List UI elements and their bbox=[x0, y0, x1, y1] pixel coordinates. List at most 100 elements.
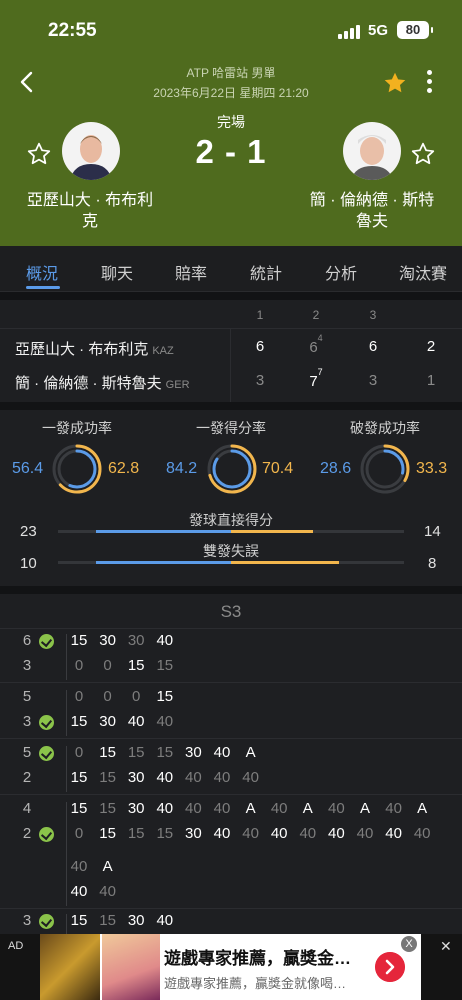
table-row-player1: 亞歷山大 · 布布利克 KAZ bbox=[15, 338, 174, 359]
match-header: 22:55 5G 80 ATP 哈雷站 男單 2023年6月22日 星期四 21… bbox=[0, 0, 462, 246]
set2-games: 6 bbox=[309, 339, 318, 356]
ad-subtitle: 遊戲專家推薦，贏獎金就像喝… bbox=[164, 976, 347, 991]
point-score: 0 bbox=[74, 688, 84, 705]
point-score: 30 bbox=[127, 632, 145, 649]
point-score: 30 bbox=[127, 800, 145, 817]
player1-avatar[interactable] bbox=[62, 122, 120, 180]
point-score: 0 bbox=[132, 688, 141, 705]
point-score: 15 bbox=[127, 657, 145, 674]
aces-player1: 23 bbox=[20, 523, 37, 540]
game-score-player1: 4 bbox=[22, 800, 32, 817]
point-score: 30 bbox=[99, 632, 116, 649]
point-score: 40 bbox=[213, 769, 231, 786]
point-score: 40 bbox=[356, 825, 374, 842]
point-by-point: S3 6 3 15 30 30 40 0 0 15 15 5 3 0 0 0 15 15 30 40 40 5 2 0 15 1… bbox=[0, 594, 462, 934]
favorite-star-icon[interactable] bbox=[382, 70, 408, 96]
tab-overview[interactable]: 概況 bbox=[26, 260, 58, 284]
point-score: 0 bbox=[103, 688, 112, 705]
point-score: 40 bbox=[242, 825, 259, 842]
ring-chart bbox=[360, 444, 410, 494]
first-serve-won-player2: 70.4 bbox=[262, 460, 294, 477]
section-gap bbox=[0, 586, 462, 594]
point-score: 40 bbox=[156, 632, 174, 649]
tab-odds[interactable]: 賠率 bbox=[175, 260, 207, 284]
match-stats: 一發成功率 一發得分率 破發成功率 56.4 62.8 84.2 70.4 28… bbox=[0, 410, 462, 586]
active-tab-indicator bbox=[26, 286, 60, 289]
set-score-table: 1 2 3 亞歷山大 · 布布利克 KAZ 6 64 6 2 簡 · 倫納德 · … bbox=[0, 300, 462, 402]
ad-promo-image bbox=[102, 934, 160, 1000]
ad-dismiss-icon[interactable]: X bbox=[401, 936, 417, 952]
match-status: 完場 bbox=[217, 114, 245, 130]
point-score: 40 bbox=[385, 825, 402, 842]
tab-stats[interactable]: 統計 bbox=[250, 260, 282, 284]
more-options-icon[interactable] bbox=[422, 70, 436, 96]
section-gap bbox=[0, 292, 462, 300]
point-score: A bbox=[417, 800, 428, 817]
point-score: 15 bbox=[70, 912, 88, 929]
follow-player2-star-icon[interactable] bbox=[410, 141, 436, 167]
point-score: 15 bbox=[156, 688, 174, 705]
server-check-icon bbox=[39, 827, 54, 842]
point-score: 40 bbox=[328, 800, 345, 817]
point-score: A bbox=[245, 744, 256, 761]
player2-name-line2: 魯夫 bbox=[355, 213, 388, 230]
tab-knockout[interactable]: 淘汰賽 bbox=[399, 260, 447, 284]
point-score: 15 bbox=[70, 632, 88, 649]
set1-score-player1: 6 bbox=[255, 338, 265, 355]
status-bar: 22:55 5G 80 bbox=[0, 20, 462, 42]
point-score: 15 bbox=[99, 800, 116, 817]
ad-title: 遊戲專家推薦，贏獎金… bbox=[164, 949, 351, 968]
point-score: 30 bbox=[185, 825, 202, 842]
game-score-player2: 2 bbox=[22, 769, 32, 786]
game-score-player2: 3 bbox=[22, 713, 32, 730]
point-score: A bbox=[359, 800, 370, 817]
player1-name[interactable]: 亞歷山大 · 布布利 克 bbox=[15, 190, 165, 232]
game-separator bbox=[0, 908, 462, 909]
clock: 22:55 bbox=[48, 20, 97, 41]
player2-name-line1: 簡 · 倫納德 · 斯特 bbox=[309, 192, 435, 209]
set-label: S3 bbox=[220, 602, 242, 621]
player2-name[interactable]: 簡 · 倫納德 · 斯特 魯夫 bbox=[297, 190, 447, 232]
signal-icon bbox=[338, 25, 362, 39]
player1-name-line2: 克 bbox=[81, 213, 98, 230]
set-label-divider bbox=[0, 628, 462, 629]
set-header-1: 1 bbox=[256, 308, 264, 322]
stat-title-double-faults: 雙發失誤 bbox=[203, 543, 259, 559]
break-points-player1: 28.6 bbox=[320, 460, 352, 477]
ring-chart bbox=[52, 444, 102, 494]
tab-chat[interactable]: 聊天 bbox=[101, 260, 133, 284]
ad-close-icon[interactable]: ✕ bbox=[440, 938, 452, 955]
tab-analysis[interactable]: 分析 bbox=[325, 260, 357, 284]
point-score: A bbox=[245, 800, 256, 817]
double-faults-player1: 10 bbox=[20, 555, 37, 572]
first-serve-in-player2: 62.8 bbox=[108, 460, 140, 477]
point-score: 30 bbox=[127, 769, 145, 786]
table-divider bbox=[0, 328, 462, 329]
point-score: 15 bbox=[99, 825, 116, 842]
point-score: 40 bbox=[213, 744, 231, 761]
point-score: 15 bbox=[99, 744, 116, 761]
game-separator bbox=[0, 794, 462, 795]
server-check-icon bbox=[39, 914, 54, 929]
ad-arrow-icon[interactable] bbox=[375, 952, 405, 982]
break-points-player2: 33.3 bbox=[416, 460, 448, 477]
game-separator bbox=[0, 682, 462, 683]
player2-avatar[interactable] bbox=[343, 122, 401, 180]
row-player-name: 簡 · 倫納德 · 斯特魯夫 bbox=[15, 375, 162, 392]
point-score: 0 bbox=[74, 744, 84, 761]
double-faults-bar-player1 bbox=[95, 561, 231, 564]
set1-score-player2: 3 bbox=[255, 372, 265, 389]
point-score: 40 bbox=[385, 800, 402, 817]
row-country-code: KAZ bbox=[152, 345, 174, 357]
player1-name-line1: 亞歷山大 · 布布利 bbox=[26, 192, 154, 209]
ad-banner[interactable]: AD ✕ 遊戲專家推薦，贏獎金… 遊戲專家推薦，贏獎金就像喝… X bbox=[0, 934, 462, 1000]
ad-label: AD bbox=[8, 940, 24, 952]
ad-card[interactable]: 遊戲專家推薦，贏獎金… 遊戲專家推薦，贏獎金就像喝… X bbox=[40, 934, 421, 1000]
follow-player1-star-icon[interactable] bbox=[26, 141, 52, 167]
double-faults-player2: 8 bbox=[428, 555, 437, 572]
point-score: 15 bbox=[99, 769, 116, 786]
point-score: 15 bbox=[70, 800, 88, 817]
table-row-player2: 簡 · 倫納德 · 斯特魯夫 GER bbox=[15, 372, 190, 393]
stat-title-first-serve-in: 一發成功率 bbox=[42, 420, 112, 436]
point-score: 15 bbox=[127, 744, 145, 761]
